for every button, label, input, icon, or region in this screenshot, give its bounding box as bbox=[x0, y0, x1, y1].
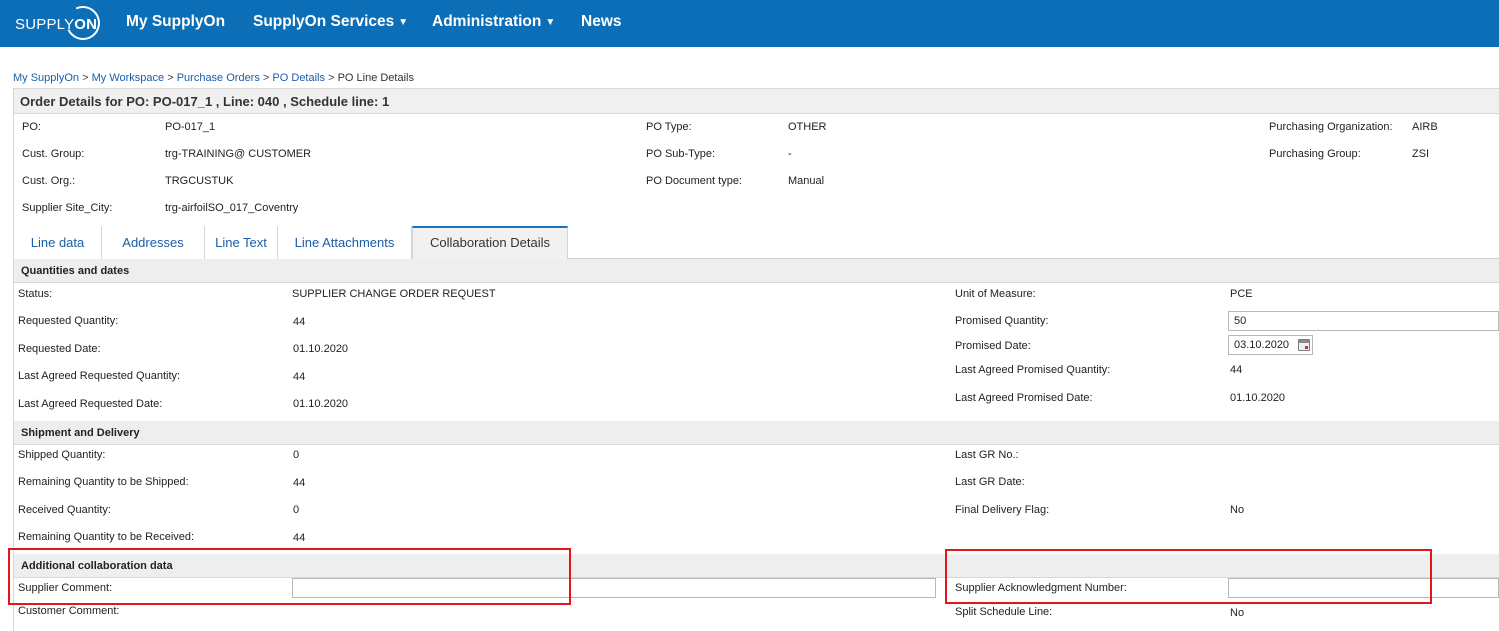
highlight-supplier-comment bbox=[8, 548, 571, 605]
promised-quantity-label: Promised Quantity: bbox=[955, 315, 1049, 327]
nav-my-supplyon[interactable]: My SupplyOn bbox=[126, 13, 225, 31]
top-navigation-bar: SUPPLYON My SupplyOn SupplyOn Services ▼ … bbox=[0, 0, 1499, 47]
unit-of-measure-label: Unit of Measure: bbox=[955, 288, 1036, 300]
po-value: PO-017_1 bbox=[165, 121, 216, 133]
po-type-value: OTHER bbox=[788, 121, 827, 133]
customer-comment-label: Customer Comment: bbox=[18, 605, 120, 617]
page-title: Order Details for PO: PO-017_1 , Line: 0… bbox=[20, 94, 390, 109]
unit-of-measure-value: PCE bbox=[1230, 288, 1253, 300]
po-doctype-value: Manual bbox=[788, 175, 825, 187]
status-value: SUPPLIER CHANGE ORDER REQUEST bbox=[292, 288, 496, 300]
last-agreed-promised-quantity-value: 44 bbox=[1230, 364, 1243, 376]
breadcrumb-purchase-orders[interactable]: Purchase Orders bbox=[177, 72, 260, 84]
calendar-icon[interactable] bbox=[1298, 339, 1310, 351]
cust-group-label: Cust. Group: bbox=[22, 148, 85, 160]
shipped-quantity-label: Shipped Quantity: bbox=[18, 449, 106, 461]
remaining-to-ship-label: Remaining Quantity to be Shipped: bbox=[18, 476, 189, 488]
last-agreed-requested-date-label: Last Agreed Requested Date: bbox=[18, 398, 163, 410]
breadcrumb-my-supplyon[interactable]: My SupplyOn bbox=[13, 72, 79, 84]
received-quantity-value: 0 bbox=[293, 504, 300, 516]
promised-quantity-input[interactable] bbox=[1228, 311, 1499, 331]
requested-quantity-value: 44 bbox=[293, 316, 306, 328]
po-label: PO: bbox=[22, 121, 41, 133]
requested-date-value: 01.10.2020 bbox=[293, 343, 349, 355]
supplier-site-value: trg-airfoilSO_017_Coventry bbox=[165, 202, 299, 214]
requested-quantity-label: Requested Quantity: bbox=[18, 315, 119, 327]
tab-addresses[interactable]: Addresses bbox=[102, 226, 205, 259]
caret-down-icon: ▼ bbox=[398, 17, 409, 28]
purch-org-label: Purchasing Organization: bbox=[1269, 121, 1393, 133]
breadcrumb-my-workspace[interactable]: My Workspace bbox=[92, 72, 165, 84]
last-agreed-requested-date-value: 01.10.2020 bbox=[293, 398, 349, 410]
split-schedule-line-value: No bbox=[1230, 607, 1245, 619]
breadcrumb-current: PO Line Details bbox=[337, 72, 414, 84]
po-doctype-label: PO Document type: bbox=[646, 175, 742, 187]
remaining-to-receive-value: 44 bbox=[293, 532, 306, 544]
tab-line-data[interactable]: Line data bbox=[14, 226, 102, 259]
last-agreed-promised-date-label: Last Agreed Promised Date: bbox=[955, 392, 1093, 404]
nav-news[interactable]: News bbox=[581, 13, 622, 31]
nav-supplyon-services[interactable]: SupplyOn Services ▼ bbox=[253, 13, 408, 31]
section-shipment-delivery: Shipment and Delivery bbox=[14, 421, 1499, 445]
shipped-quantity-value: 0 bbox=[293, 449, 300, 461]
tab-collaboration-details[interactable]: Collaboration Details bbox=[412, 226, 568, 260]
po-type-label: PO Type: bbox=[646, 121, 692, 133]
promised-date-label: Promised Date: bbox=[955, 340, 1031, 352]
promised-date-field bbox=[1228, 335, 1313, 355]
purch-group-label: Purchasing Group: bbox=[1269, 148, 1361, 160]
page-title-bar: Order Details for PO: PO-017_1 , Line: 0… bbox=[14, 89, 1499, 114]
final-delivery-flag-value: No bbox=[1230, 504, 1245, 516]
remaining-to-receive-label: Remaining Quantity to be Received: bbox=[18, 531, 195, 543]
requested-date-label: Requested Date: bbox=[18, 343, 101, 355]
split-schedule-line-label: Split Schedule Line: bbox=[955, 606, 1053, 618]
final-delivery-flag-label: Final Delivery Flag: bbox=[955, 504, 1050, 516]
last-gr-no-label: Last GR No.: bbox=[955, 449, 1019, 461]
supplier-site-label: Supplier Site_City: bbox=[22, 202, 113, 214]
last-agreed-promised-date-value: 01.10.2020 bbox=[1230, 392, 1286, 404]
cust-org-label: Cust. Org.: bbox=[22, 175, 76, 187]
received-quantity-label: Received Quantity: bbox=[18, 504, 111, 516]
status-label: Status: bbox=[18, 288, 53, 300]
highlight-ack-number bbox=[945, 549, 1432, 604]
purch-group-value: ZSI bbox=[1412, 148, 1430, 160]
purch-org-value: AIRB bbox=[1412, 121, 1438, 133]
last-agreed-requested-quantity-label: Last Agreed Requested Quantity: bbox=[18, 370, 181, 382]
logo-ring-icon bbox=[61, 1, 105, 45]
caret-down-icon: ▼ bbox=[545, 17, 556, 28]
section-quantities-dates: Quantities and dates bbox=[14, 259, 1499, 283]
last-gr-date-label: Last GR Date: bbox=[955, 476, 1025, 488]
cust-org-value: TRGCUSTUK bbox=[165, 175, 234, 187]
last-agreed-requested-quantity-value: 44 bbox=[293, 371, 306, 383]
cust-group-value: trg-TRAINING@ CUSTOMER bbox=[165, 148, 312, 160]
last-agreed-promised-quantity-label: Last Agreed Promised Quantity: bbox=[955, 364, 1111, 376]
remaining-to-ship-value: 44 bbox=[293, 477, 306, 489]
breadcrumb: My SupplyOn > My Workspace > Purchase Or… bbox=[13, 72, 414, 84]
nav-administration[interactable]: Administration ▼ bbox=[432, 13, 555, 31]
po-subtype-value: - bbox=[788, 148, 792, 160]
breadcrumb-po-details[interactable]: PO Details bbox=[272, 72, 325, 84]
po-subtype-label: PO Sub-Type: bbox=[646, 148, 716, 160]
tab-line-text[interactable]: Line Text bbox=[205, 226, 278, 259]
tab-line-attachments[interactable]: Line Attachments bbox=[278, 226, 412, 259]
supplyon-logo[interactable]: SUPPLYON bbox=[14, 1, 105, 45]
detail-tabs: Line data Addresses Line Text Line Attac… bbox=[14, 226, 1499, 260]
promised-date-input[interactable] bbox=[1229, 336, 1299, 354]
